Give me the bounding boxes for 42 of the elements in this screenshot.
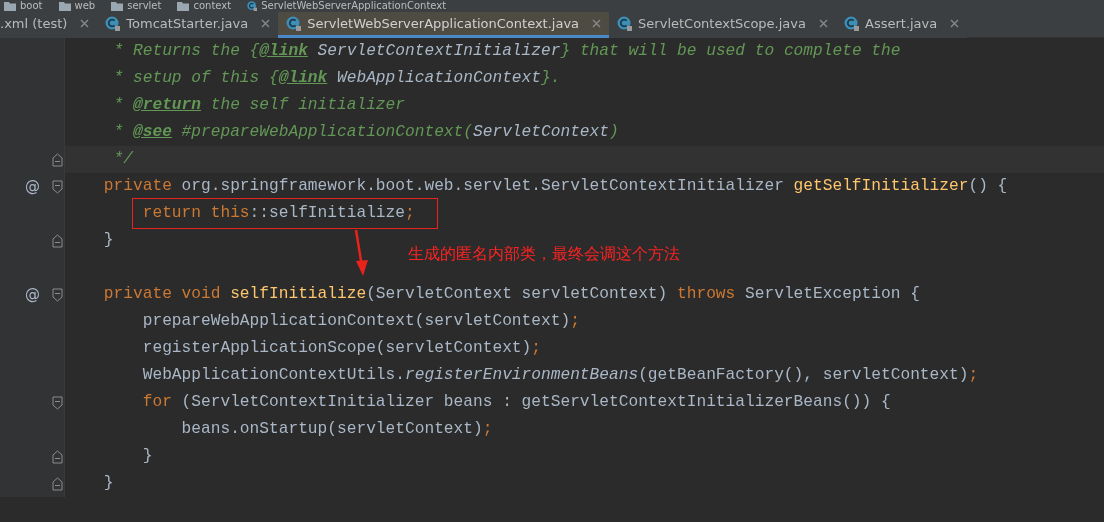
code-line: * Returns the {@link ServletContextInitializer} that will be used to complete the (112, 41, 901, 62)
fold-icon[interactable] (52, 179, 63, 194)
fold-icon[interactable] (52, 287, 63, 302)
code-line: } (102, 230, 114, 251)
class-icon (247, 1, 258, 11)
code-line: for (ServletContextInitializer beans : getServletContextInitializerBeans()) { (141, 392, 891, 413)
annotation-arrow (354, 229, 370, 277)
code-line: * @see #prepareWebApplicationContext(ServletContext) (112, 122, 619, 143)
close-icon (819, 19, 828, 28)
class-icon (286, 15, 303, 32)
code-line: * @return the self initializer (112, 95, 405, 116)
code-line: private void selfInitialize(ServletContext servletContext) throws ServletException { (102, 284, 920, 305)
close-icon (592, 19, 602, 28)
override-marker[interactable]: @ (25, 175, 40, 198)
fold-icon[interactable] (52, 476, 63, 491)
code-line: } (102, 473, 114, 494)
breadcrumb-item[interactable]: context (193, 0, 232, 12)
fold-icon[interactable] (52, 233, 63, 248)
code-line: private org.springframework.boot.web.servlet.ServletContextInitializer getSelfInitializer() { (102, 176, 1008, 197)
breadcrumb-item[interactable]: ServletWebServerApplicationContext (261, 0, 447, 12)
code-line: registerApplicationScope(servletContext); (141, 338, 541, 359)
close-icon (950, 19, 960, 28)
fold-icon[interactable] (52, 152, 63, 167)
override-marker[interactable]: @ (25, 283, 40, 306)
breadcrumb-item[interactable]: web (74, 0, 96, 12)
editor-tab[interactable]: ServletWebServerApplicationContext.java (278, 12, 610, 38)
close-icon (261, 19, 271, 28)
code-line: return this::selfInitialize; (65, 200, 415, 227)
breadcrumb-item[interactable]: boot (20, 0, 43, 12)
code-line: } (141, 446, 153, 467)
annotation-text: 生成的匿名内部类，最终会调这个方法 (408, 243, 680, 265)
class-icon (844, 15, 860, 32)
class-icon (617, 15, 634, 32)
close-icon (80, 19, 90, 28)
fold-icon[interactable] (52, 449, 63, 464)
fold-icon[interactable] (52, 395, 63, 410)
breadcrumb-item[interactable]: servlet (127, 0, 162, 12)
class-icon (105, 15, 122, 32)
code-line: beans.onStartup(servletContext); (180, 419, 493, 440)
code-line: WebApplicationContextUtils.registerEnvironmentBeans(getBeanFactory(), servletContext); (141, 365, 979, 386)
code-line: prepareWebApplicationContext(servletContext); (141, 311, 580, 332)
code-line: * setup of this {@link WebApplicationContext}. (112, 68, 561, 89)
